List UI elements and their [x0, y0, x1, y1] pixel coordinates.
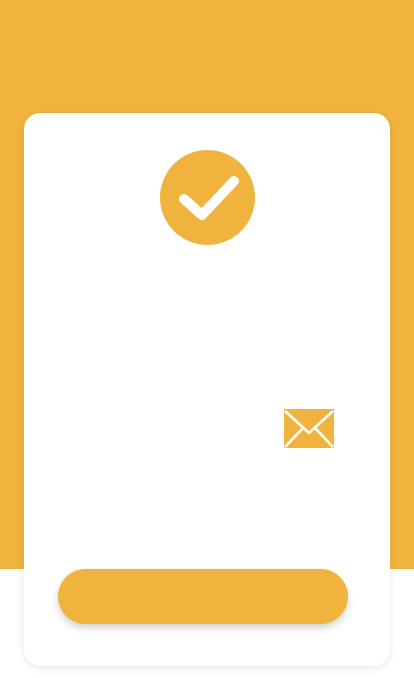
- checkmark-icon: [178, 175, 239, 220]
- primary-action-button[interactable]: [58, 569, 348, 624]
- success-card: [24, 113, 390, 666]
- check-circle-icon: [160, 150, 255, 245]
- mail-icon: [284, 409, 334, 448]
